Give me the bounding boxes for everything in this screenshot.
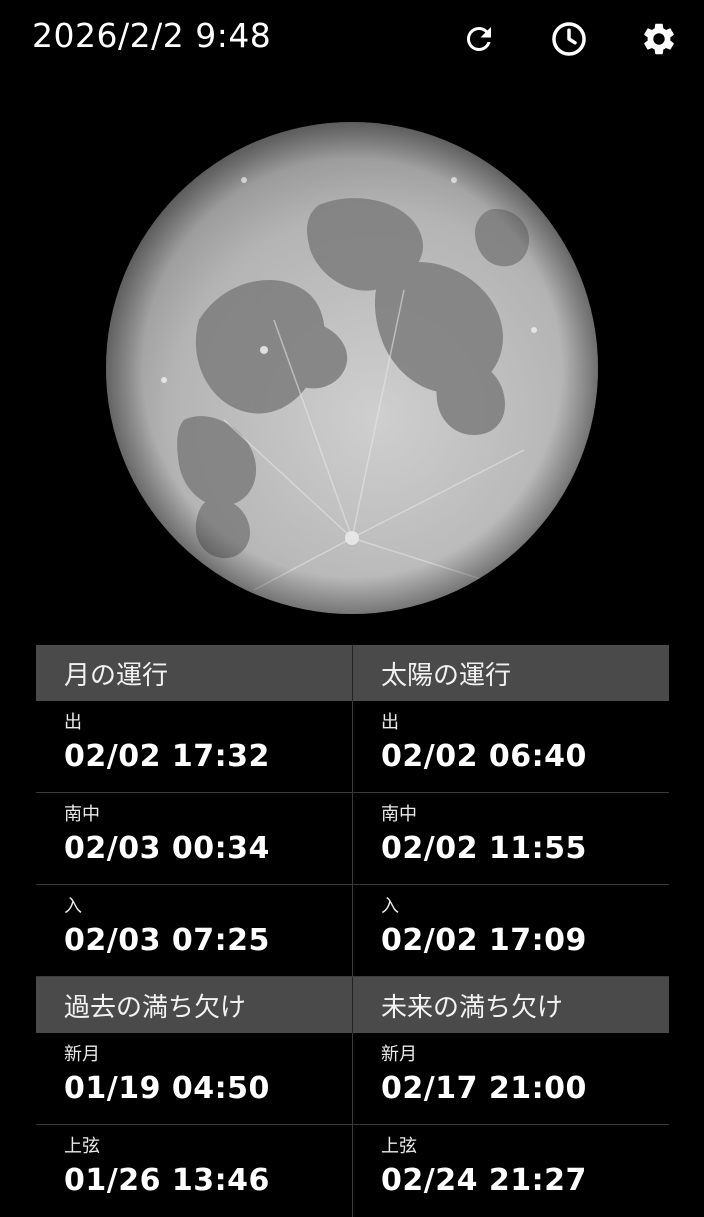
past-new-moon-cell: 新月 01/19 04:50 — [36, 1033, 352, 1125]
moon-transit-cell: 南中 02/03 00:34 — [36, 793, 352, 885]
future-first-quarter-cell: 上弦 02/24 21:27 — [352, 1125, 669, 1217]
cell-value: 02/03 07:25 — [64, 923, 270, 958]
cell-value: 02/03 00:34 — [64, 831, 270, 866]
sun-set-cell: 入 02/02 17:09 — [352, 885, 669, 977]
refresh-button[interactable] — [458, 18, 500, 60]
table-row: 上弦 01/26 13:46 上弦 02/24 21:27 — [36, 1125, 669, 1217]
cell-value: 02/02 11:55 — [381, 831, 587, 866]
future-new-moon-cell: 新月 02/17 21:00 — [352, 1033, 669, 1125]
cell-label: 出 — [381, 712, 399, 733]
cell-value: 02/24 21:27 — [381, 1163, 587, 1198]
cell-value: 02/02 17:09 — [381, 923, 587, 958]
header-bar: 2026/2/2 9:48 — [0, 0, 704, 80]
moon-motion-title: 月の運行 — [36, 645, 352, 701]
current-datetime[interactable]: 2026/2/2 9:48 — [32, 16, 271, 55]
table-row: 出 02/02 17:32 出 02/02 06:40 — [36, 701, 669, 793]
past-phases-title: 過去の満ち欠け — [36, 977, 352, 1033]
cell-label: 入 — [381, 896, 399, 917]
cell-value: 02/02 17:32 — [64, 739, 270, 774]
cell-value: 02/02 06:40 — [381, 739, 587, 774]
cell-label: 南中 — [381, 804, 417, 825]
gear-icon — [640, 20, 678, 58]
section-header: 月の運行 太陽の運行 — [36, 645, 669, 701]
sun-motion-title: 太陽の運行 — [352, 645, 669, 701]
cell-value: 01/26 13:46 — [64, 1163, 270, 1198]
cell-value: 01/19 04:50 — [64, 1071, 270, 1106]
cell-label: 南中 — [64, 804, 100, 825]
cell-label: 新月 — [64, 1044, 100, 1065]
cell-label: 出 — [64, 712, 82, 733]
settings-button[interactable] — [638, 18, 680, 60]
moon-rise-cell: 出 02/02 17:32 — [36, 701, 352, 793]
moon-image — [104, 120, 600, 616]
refresh-icon — [461, 21, 497, 57]
section-header: 過去の満ち欠け 未来の満ち欠け — [36, 977, 669, 1033]
moon-sun-table: 月の運行 太陽の運行 出 02/02 17:32 出 02/02 06:40 南… — [36, 645, 669, 1217]
past-first-quarter-cell: 上弦 01/26 13:46 — [36, 1125, 352, 1217]
sun-transit-cell: 南中 02/02 11:55 — [352, 793, 669, 885]
table-row: 入 02/03 07:25 入 02/02 17:09 — [36, 885, 669, 977]
clock-icon — [550, 20, 588, 58]
cell-label: 上弦 — [64, 1136, 100, 1157]
history-button[interactable] — [548, 18, 590, 60]
cell-label: 上弦 — [381, 1136, 417, 1157]
table-row: 南中 02/03 00:34 南中 02/02 11:55 — [36, 793, 669, 885]
moon-set-cell: 入 02/03 07:25 — [36, 885, 352, 977]
sun-rise-cell: 出 02/02 06:40 — [352, 701, 669, 793]
cell-label: 入 — [64, 896, 82, 917]
cell-value: 02/17 21:00 — [381, 1071, 587, 1106]
future-phases-title: 未来の満ち欠け — [352, 977, 669, 1033]
table-row: 新月 01/19 04:50 新月 02/17 21:00 — [36, 1033, 669, 1125]
cell-label: 新月 — [381, 1044, 417, 1065]
